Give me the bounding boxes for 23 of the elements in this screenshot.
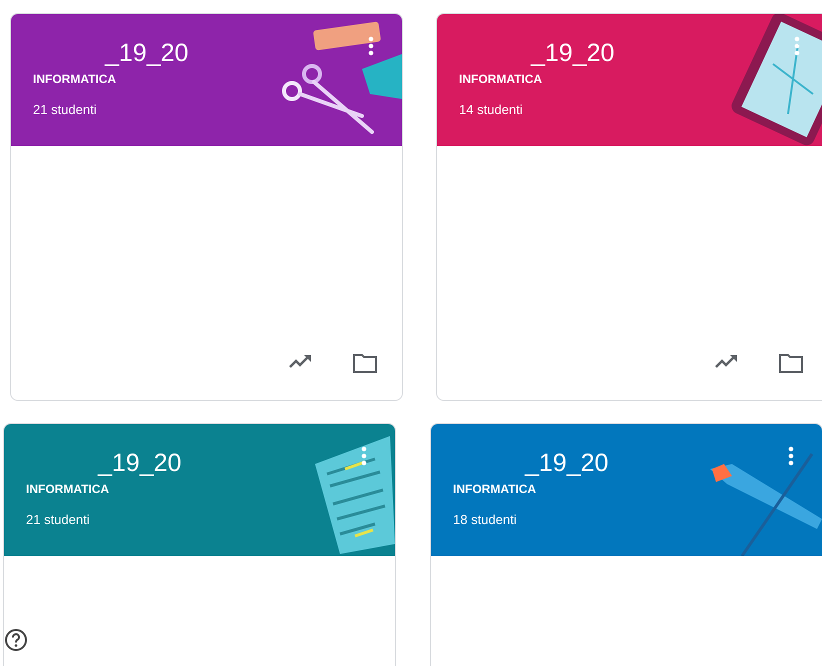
- class-title[interactable]: _19_20: [453, 448, 822, 478]
- more-options-icon[interactable]: [361, 446, 367, 466]
- student-count: 21 studenti: [26, 512, 90, 527]
- more-options-icon[interactable]: [788, 446, 794, 466]
- class-card[interactable]: _19_20 INFORMATICA 14 studenti: [436, 13, 822, 401]
- folder-icon[interactable]: [352, 352, 378, 374]
- class-section: INFORMATICA: [33, 72, 116, 86]
- class-section: INFORMATICA: [459, 72, 542, 86]
- trending-up-icon[interactable]: [714, 352, 740, 370]
- class-title[interactable]: _19_20: [26, 448, 395, 478]
- class-card[interactable]: _19_20 INFORMATICA 21 studenti: [10, 13, 403, 401]
- class-card[interactable]: _19_20 INFORMATICA 18 studenti: [430, 423, 822, 666]
- more-options-icon[interactable]: [368, 36, 374, 56]
- student-count: 21 studenti: [33, 102, 97, 117]
- folder-icon[interactable]: [778, 352, 804, 374]
- student-count: 14 studenti: [459, 102, 523, 117]
- class-section: INFORMATICA: [453, 482, 536, 496]
- class-title[interactable]: _19_20: [459, 38, 822, 68]
- class-card[interactable]: _19_20 INFORMATICA 21 studenti: [3, 423, 396, 666]
- student-count: 18 studenti: [453, 512, 517, 527]
- class-title[interactable]: _19_20: [33, 38, 402, 68]
- class-section: INFORMATICA: [26, 482, 110, 496]
- trending-up-icon[interactable]: [288, 352, 314, 370]
